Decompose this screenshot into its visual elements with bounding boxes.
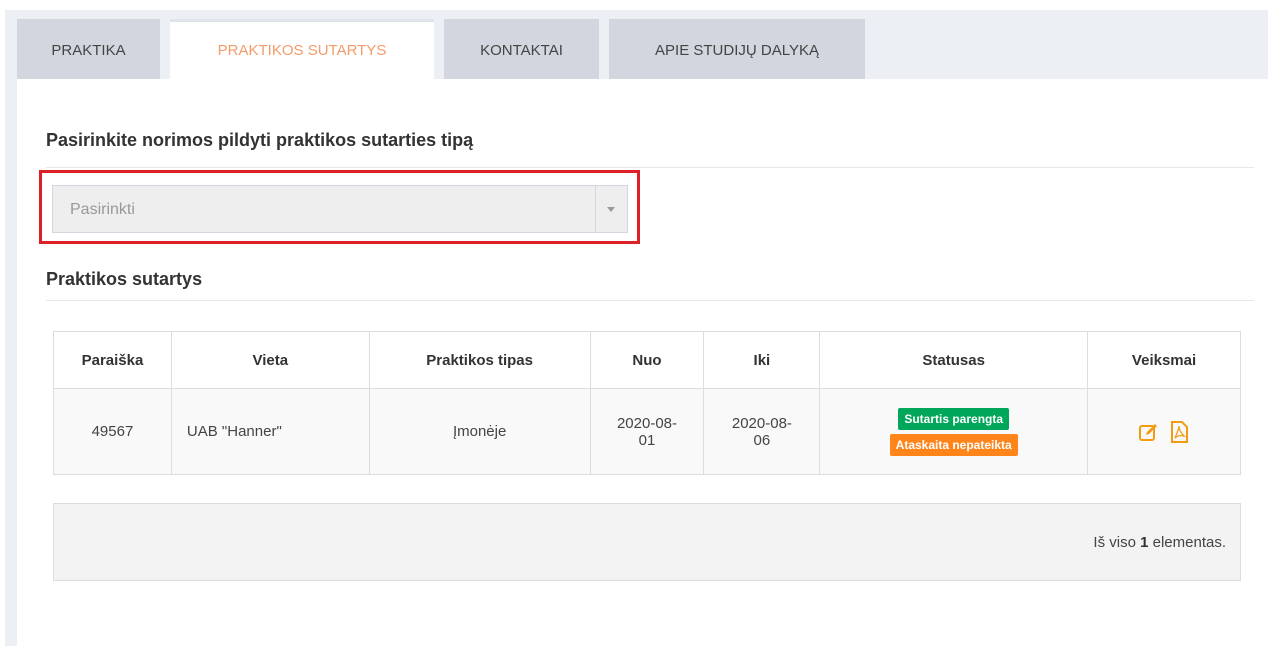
tab-content-panel: Pasirinkite norimos pildyti praktikos su… [17, 79, 1268, 646]
summary-suffix: elementas. [1148, 534, 1226, 551]
divider [46, 300, 1254, 301]
column-header-to: Iki [703, 331, 821, 389]
cell-to-line2: 06 [753, 431, 771, 449]
pdf-icon[interactable] [1168, 420, 1190, 443]
table-summary: Iš viso 1 elementas. [53, 503, 1241, 581]
tab-praktika[interactable]: PRAKTIKA [17, 19, 160, 79]
cell-to-line1: 2020-08- [731, 414, 792, 432]
cell-type: Įmonėje [368, 388, 591, 475]
column-header-place: Vieta [170, 331, 370, 389]
column-header-from: Nuo [589, 331, 705, 389]
cell-status: Sutartis parengta Ataskaita nepateikta [819, 388, 1089, 475]
chevron-down-icon [607, 207, 615, 212]
cell-from-line1: 2020-08- [616, 414, 678, 432]
summary-prefix: Iš viso [1093, 534, 1141, 551]
divider [46, 167, 1254, 168]
type-section-title: Pasirinkite norimos pildyti praktikos su… [46, 130, 474, 150]
contracts-table: Paraiška Vieta Praktikos tipas Nuo Iki S… [53, 331, 1241, 475]
column-header-type: Praktikos tipas [368, 331, 591, 389]
cell-to: 2020-08- 06 [703, 388, 821, 475]
column-header-status: Statusas [819, 331, 1089, 389]
summary-text: Iš viso 1 elementas. [1093, 534, 1226, 551]
tab-kontaktai[interactable]: KONTAKTAI [444, 19, 599, 79]
cell-place: UAB "Hanner" [170, 388, 370, 475]
tab-praktikos-sutartys[interactable]: PRAKTIKOS SUTARTYS [170, 19, 434, 79]
contract-type-select[interactable]: Pasirinkti [52, 185, 628, 233]
column-header-application: Paraiška [53, 331, 172, 389]
table-header-row: Paraiška Vieta Praktikos tipas Nuo Iki S… [53, 331, 1241, 389]
select-toggle[interactable] [595, 186, 627, 232]
column-header-actions: Veiksmai [1087, 331, 1241, 389]
page-background: PRAKTIKA PRAKTIKOS SUTARTYS KONTAKTAI AP… [5, 10, 1268, 646]
edit-icon[interactable] [1138, 421, 1160, 443]
cell-from: 2020-08- 01 [589, 388, 705, 475]
tab-bar: PRAKTIKA PRAKTIKOS SUTARTYS KONTAKTAI AP… [17, 19, 875, 79]
cell-from-line2: 01 [638, 431, 656, 449]
contracts-section-title: Praktikos sutartys [46, 269, 203, 289]
cell-actions [1087, 388, 1241, 475]
cell-application: 49567 [53, 388, 172, 475]
select-placeholder: Pasirinkti [70, 201, 135, 218]
tab-apie-studiju-dalyka[interactable]: APIE STUDIJŲ DALYKĄ [609, 19, 865, 79]
status-badge: Sutartis parengta [898, 407, 1010, 430]
status-badge: Ataskaita nepateikta [889, 433, 1018, 456]
table-row: 49567 UAB "Hanner" Įmonėje 2020-08- 01 2… [53, 388, 1241, 475]
